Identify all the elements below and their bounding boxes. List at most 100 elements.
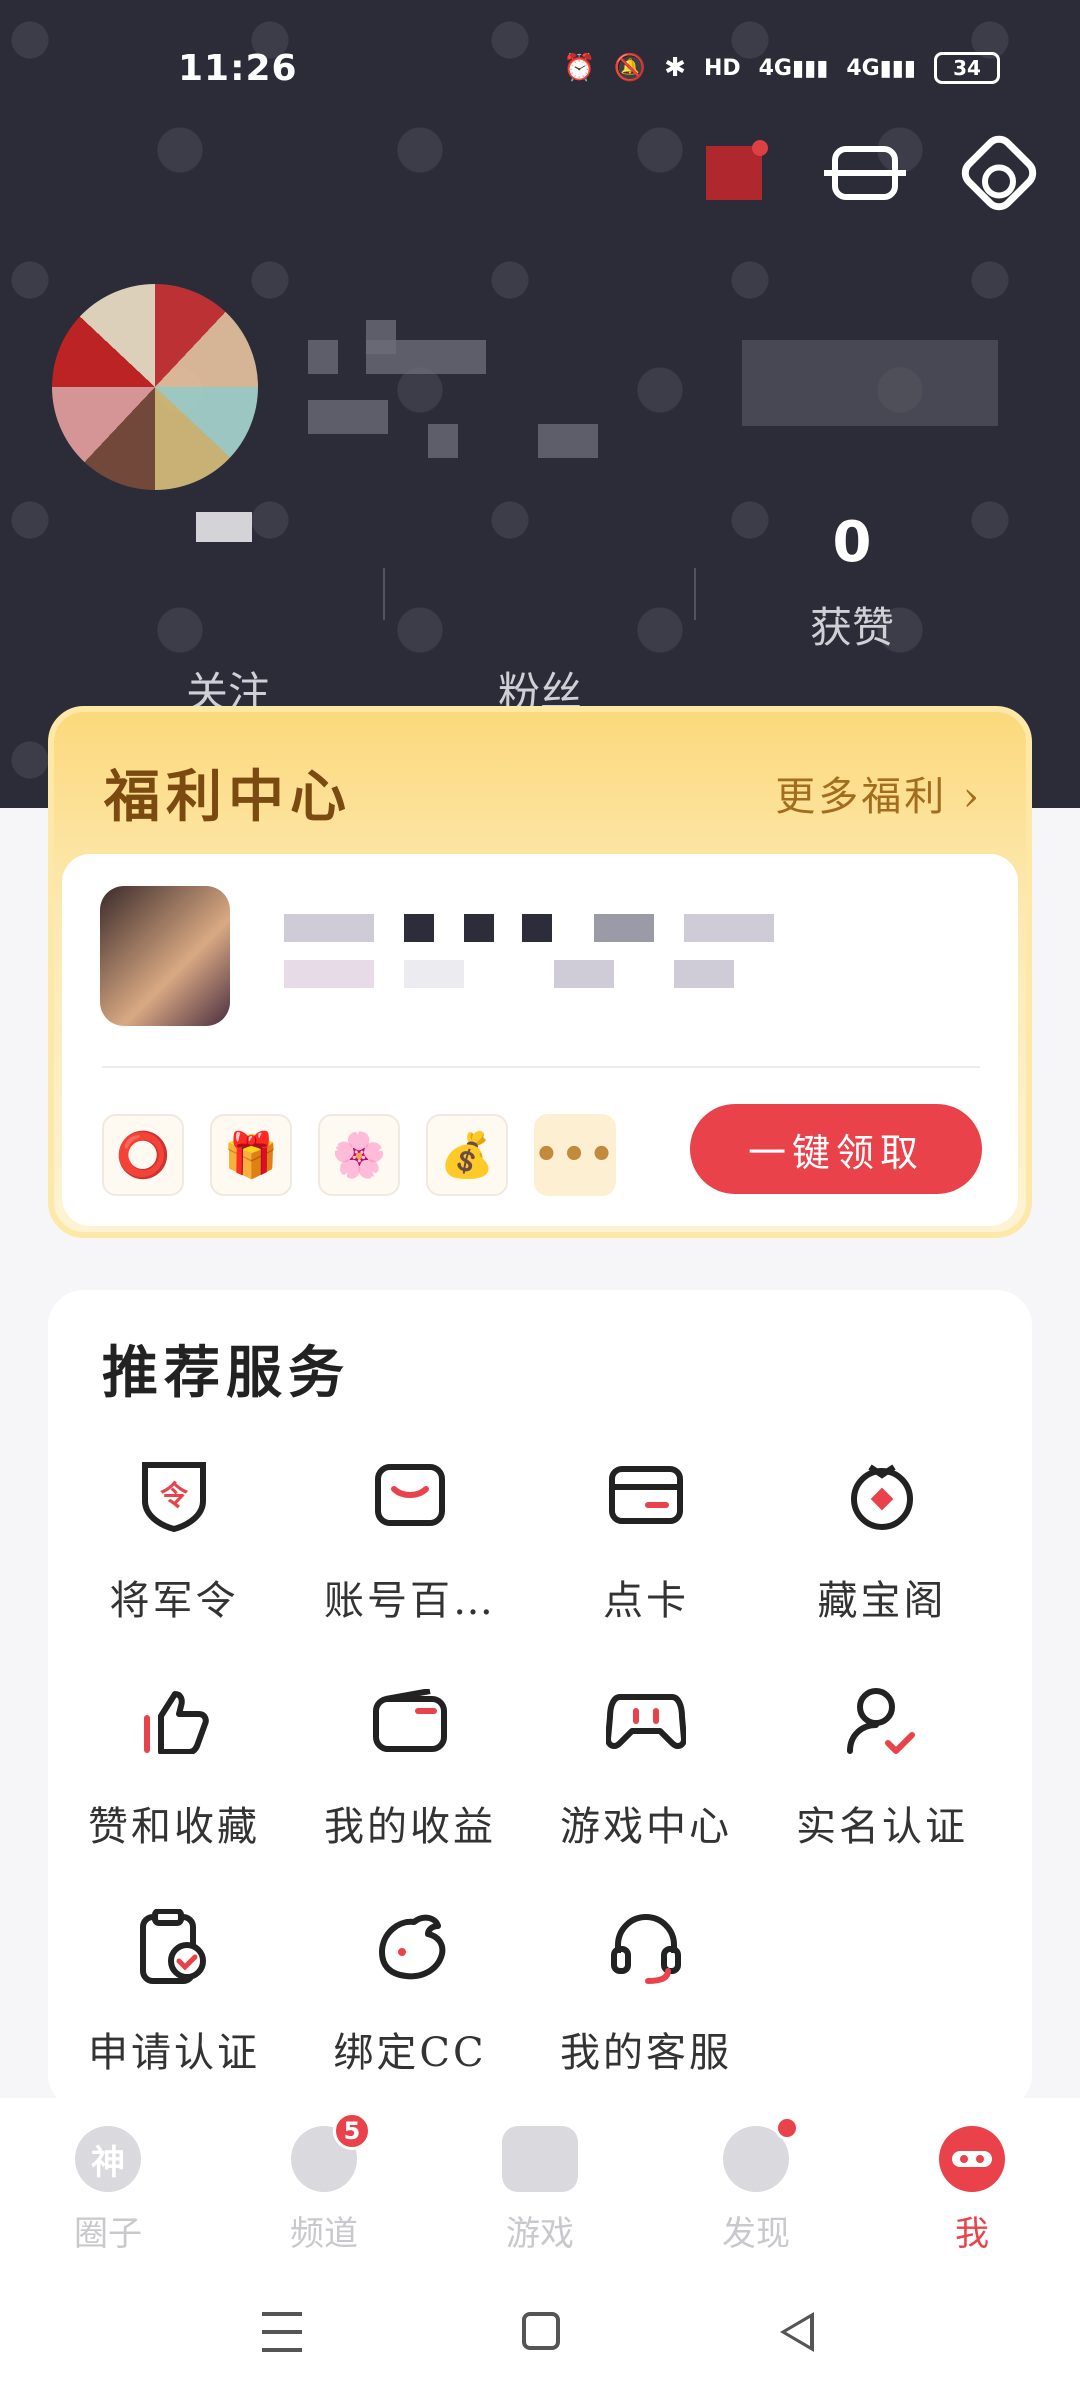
- service-real-name-verify[interactable]: 实名认证: [764, 1676, 1000, 1876]
- service-treasure-pavilion[interactable]: 藏宝阁: [764, 1450, 1000, 1650]
- services-title: 推荐服务: [102, 1340, 350, 1406]
- header-actions: [706, 129, 1043, 217]
- back-icon[interactable]: [780, 2312, 814, 2352]
- gamepad-icon: [502, 2126, 578, 2192]
- account-icon: [365, 1450, 455, 1540]
- welfare-center-card: 福利中心 更多福利 › ⭕ 🎁 🌸 💰 ••• 一键领取: [48, 706, 1032, 1238]
- channel-icon: 5: [291, 2112, 371, 2192]
- service-label: 点卡: [603, 1578, 689, 1624]
- hd-icon: HD: [703, 55, 741, 81]
- tab-label: 圈子: [74, 2214, 142, 2254]
- recommended-services-card: 推荐服务 令 将军令 账号百… 点卡 藏宝阁 赞和收藏 我的收益 游戏中心 实名…: [48, 1290, 1032, 2110]
- apply-cert-icon: [129, 1902, 219, 1992]
- alarm-icon: ⏰: [563, 53, 596, 83]
- recent-apps-icon[interactable]: [262, 2312, 302, 2352]
- service-label: 我的客服: [560, 2030, 732, 2076]
- battery-icon: 34: [934, 52, 1000, 84]
- planet-icon: [723, 2116, 799, 2192]
- reward-avatar-frame-icon[interactable]: ⭕: [102, 1114, 184, 1196]
- claim-all-button[interactable]: 一键领取: [690, 1104, 982, 1194]
- thumbs-up-icon: [129, 1676, 219, 1766]
- notification-icon[interactable]: [706, 140, 768, 200]
- service-game-center[interactable]: 游戏中心: [528, 1676, 764, 1876]
- service-label: 游戏中心: [560, 1804, 732, 1850]
- service-bind-cc[interactable]: 绑定CC: [292, 1902, 528, 2102]
- tab-label: 游戏: [506, 2214, 574, 2254]
- tab-me[interactable]: 我: [902, 2126, 1042, 2255]
- reward-giftbox-icon[interactable]: 🎁: [210, 1114, 292, 1196]
- tab-discover[interactable]: 发现: [686, 2116, 826, 2255]
- wallet-icon: [365, 1676, 455, 1766]
- reward-list: ⭕ 🎁 🌸 💰 •••: [102, 1114, 616, 1196]
- service-apply-cert[interactable]: 申请认证: [56, 1902, 292, 2102]
- follow-stat[interactable]: 关注: [118, 575, 338, 720]
- profile-header: 11:26 ⏰ 🔕 ✱ HD 4G▮▮▮ 4G▮▮▮ 34 关注 粉丝 0 获赞: [0, 0, 1080, 808]
- cc-icon: [365, 1902, 455, 1992]
- more-rewards-button[interactable]: •••: [534, 1114, 616, 1196]
- username-blurred: [308, 320, 598, 470]
- bottom-tab-bar: 神 圈子 5 频道 游戏 发现 我: [0, 2098, 1080, 2268]
- more-welfare-link[interactable]: 更多福利 ›: [775, 764, 982, 822]
- reward-flower-icon[interactable]: 🌸: [318, 1114, 400, 1196]
- unread-badge: 5: [333, 2112, 371, 2150]
- tab-label: 发现: [722, 2214, 790, 2254]
- service-label: 藏宝阁: [817, 1578, 947, 1624]
- tab-label: 我: [955, 2214, 989, 2254]
- gamepad-icon: [601, 1676, 691, 1766]
- game-info-blurred: [284, 914, 804, 1004]
- tab-channel[interactable]: 5 频道: [254, 2112, 394, 2255]
- service-account[interactable]: 账号百…: [292, 1450, 528, 1650]
- headset-icon: [601, 1902, 691, 1992]
- system-nav-bar: [0, 2268, 1080, 2400]
- level-tag: [196, 512, 252, 542]
- service-point-card[interactable]: 点卡: [528, 1450, 764, 1650]
- signature-blurred: [742, 340, 998, 426]
- service-label: 实名认证: [796, 1804, 968, 1850]
- service-label: 赞和收藏: [88, 1804, 260, 1850]
- scan-icon[interactable]: [824, 146, 906, 200]
- tab-games[interactable]: 游戏: [470, 2126, 610, 2255]
- service-my-earnings[interactable]: 我的收益: [292, 1676, 528, 1876]
- service-general-order[interactable]: 令 将军令: [56, 1450, 292, 1650]
- verified-user-icon: [837, 1676, 927, 1766]
- card-icon: [601, 1450, 691, 1540]
- service-label: 绑定CC: [333, 2030, 487, 2076]
- likes-label: 获赞: [809, 603, 894, 652]
- service-label: 申请认证: [88, 2030, 260, 2076]
- stat-divider: [383, 568, 385, 620]
- home-icon[interactable]: [522, 2312, 560, 2350]
- circle-icon: 神: [75, 2126, 141, 2192]
- likes-stat[interactable]: 0 获赞: [742, 510, 962, 655]
- signal-icon: 4G▮▮▮: [758, 55, 829, 81]
- stat-divider: [694, 568, 696, 620]
- bluetooth-icon: ✱: [664, 53, 686, 83]
- treasure-icon: [837, 1450, 927, 1540]
- follow-count: [118, 575, 338, 645]
- fans-stat[interactable]: 粉丝: [430, 575, 650, 720]
- welfare-game-panel: ⭕ 🎁 🌸 💰 ••• 一键领取: [62, 854, 1018, 1226]
- reward-treasure-icon[interactable]: 💰: [426, 1114, 508, 1196]
- mute-icon: 🔕: [613, 53, 647, 83]
- dot-badge: [775, 2116, 799, 2140]
- status-time: 11:26: [178, 48, 298, 89]
- avatar[interactable]: [52, 284, 258, 490]
- svg-text:令: 令: [160, 1479, 189, 1512]
- me-mask-icon: [939, 2126, 1005, 2192]
- settings-icon[interactable]: [955, 129, 1043, 217]
- service-label: 将军令: [109, 1578, 239, 1624]
- signal-icon: 4G▮▮▮: [846, 55, 916, 81]
- service-customer-support[interactable]: 我的客服: [528, 1902, 764, 2102]
- shield-token-icon: 令: [129, 1450, 219, 1540]
- welfare-title: 福利中心: [104, 764, 352, 830]
- service-label: 我的收益: [324, 1804, 496, 1850]
- status-bar: 11:26 ⏰ 🔕 ✱ HD 4G▮▮▮ 4G▮▮▮ 34: [0, 0, 1080, 140]
- likes-count: 0: [832, 510, 872, 575]
- service-label: 账号百…: [324, 1578, 496, 1624]
- service-likes-favorites[interactable]: 赞和收藏: [56, 1676, 292, 1876]
- tab-label: 频道: [290, 2214, 358, 2254]
- panel-divider: [102, 1066, 980, 1068]
- game-icon[interactable]: [100, 886, 230, 1026]
- fans-count: [430, 575, 650, 645]
- tab-circle[interactable]: 神 圈子: [38, 2126, 178, 2255]
- status-icons: ⏰ 🔕 ✱ HD 4G▮▮▮ 4G▮▮▮ 34: [563, 52, 1000, 84]
